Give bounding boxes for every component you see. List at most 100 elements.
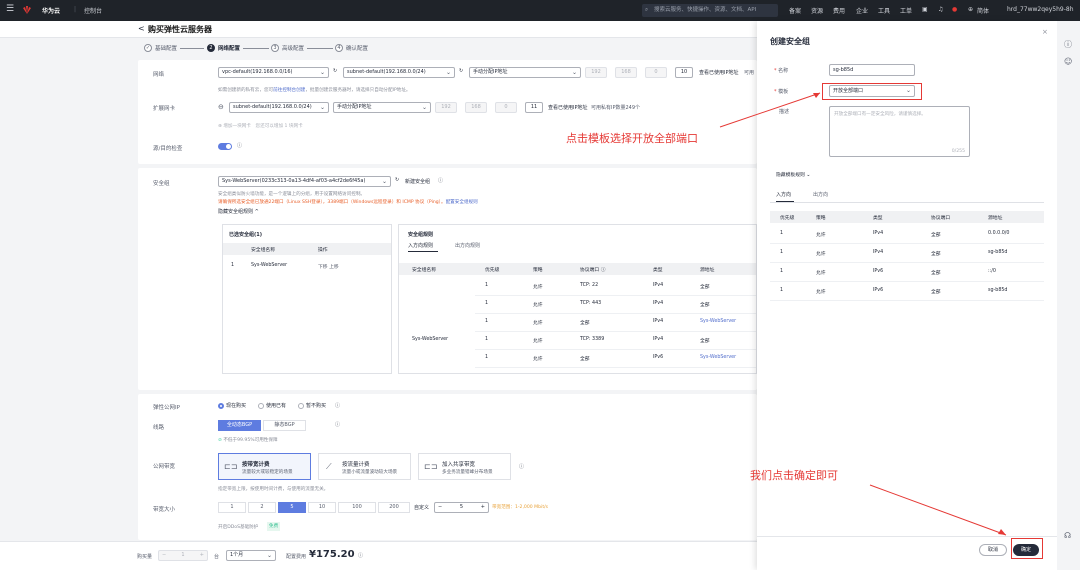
subnet-select[interactable]: subnet-default(192.168.0.0/24) ⌄: [343, 67, 455, 78]
bandwidth-opt-5[interactable]: 5: [278, 502, 306, 513]
panel-rule-cell-policy: 允许: [816, 271, 826, 276]
help-icon[interactable]: ⓘ: [335, 421, 340, 428]
rule-cell-prio: 1: [485, 337, 489, 342]
remove-nic-icon[interactable]: ⊖: [218, 103, 224, 111]
ext-subnet-select[interactable]: subnet-default(192.168.0.0/24) ⌄: [229, 102, 329, 113]
back-button[interactable]: <: [138, 24, 145, 33]
ip-octet-1[interactable]: 192: [585, 67, 607, 78]
bandwidth-billing-label: 公网带宽: [153, 464, 176, 470]
eip-option-none[interactable]: 暂不购买: [298, 402, 326, 409]
step-basic[interactable]: ✓ 基础配置: [144, 44, 177, 52]
rule-cell-src[interactable]: Sys-WebServer: [700, 319, 736, 324]
step-network[interactable]: 2 网络配置: [207, 44, 240, 52]
message-icon[interactable]: ▣: [922, 6, 928, 13]
ext-ip-octet-4[interactable]: 11: [525, 102, 543, 113]
line-option-dynamic-bgp[interactable]: 全动态BGP: [218, 420, 261, 431]
bandwidth-opt-2[interactable]: 2: [248, 502, 276, 513]
bandwidth-stepper[interactable]: − 5 +: [434, 502, 489, 513]
help-icon[interactable]: ⓘ: [519, 463, 524, 470]
duration-select[interactable]: 1个月 ⌄: [226, 550, 276, 561]
bell-icon[interactable]: ♫: [938, 6, 943, 13]
user-menu[interactable]: hrd_77ww2qey5h9-8h: [1007, 6, 1077, 13]
rule-cell-policy: 允许: [533, 303, 543, 308]
panel-rule-cell-policy: 允许: [816, 233, 826, 238]
console-link[interactable]: 控制台: [84, 6, 102, 15]
rule-group-name: Sys-WebServer: [412, 337, 449, 342]
tab-outbound[interactable]: 出方向规则: [455, 242, 480, 249]
ext-view-used-ip-link[interactable]: 查看已使用IP地址: [548, 104, 588, 111]
ip-octet-3[interactable]: 0: [645, 67, 667, 78]
config-rules-link[interactable]: 配置安全组规则: [446, 200, 478, 205]
brand-name[interactable]: 华为云: [42, 6, 60, 15]
panel-rule-cell-prio: 1: [780, 250, 784, 255]
billing-by-bandwidth[interactable]: ⊏⊐ 按带宽计费 流量较大或较稳定的场景: [218, 453, 311, 480]
nav-tools[interactable]: 工具: [878, 6, 890, 15]
rule-cell-type: IPv4: [653, 319, 664, 324]
nav-beian[interactable]: 备案: [789, 6, 801, 15]
tab-inbound[interactable]: 入方向规则: [408, 242, 433, 249]
bandwidth-opt-100[interactable]: 100: [338, 502, 376, 513]
nav-tickets[interactable]: 工单: [900, 6, 912, 15]
nav-enterprise[interactable]: 企业: [856, 6, 868, 15]
selected-group-name: Sys-WebServer: [251, 263, 288, 268]
line-option-static-bgp[interactable]: 静态BGP: [263, 420, 306, 431]
help-icon[interactable]: ⓘ: [335, 402, 340, 409]
billing-shared[interactable]: ⊏⊐ 加入共享带宽 多业务流量错峰分布场景: [418, 453, 511, 480]
ext-ip-octet-3[interactable]: 0: [495, 102, 517, 113]
sg-name-input[interactable]: sg-b85d: [829, 64, 915, 76]
sg-description-textarea[interactable]: 开放全部端口有一定安全风险，请谨慎选择。 0/255: [829, 106, 970, 157]
panel-rule-cell-port: 全部: [931, 252, 941, 257]
hide-rules-toggle[interactable]: 隐藏安全组规则 ^: [218, 208, 259, 215]
quantity-stepper[interactable]: −1 +: [158, 550, 208, 561]
ext-ip-octet-2[interactable]: 168: [465, 102, 487, 113]
help-icon[interactable]: ⓘ: [438, 177, 443, 184]
panel-tab-inbound[interactable]: 入方向: [776, 191, 791, 198]
refresh-icon[interactable]: ↻: [395, 177, 399, 183]
bandwidth-opt-1[interactable]: 1: [218, 502, 246, 513]
bandwidth-opt-10[interactable]: 10: [308, 502, 336, 513]
view-used-ip-link[interactable]: 查看已使用IP地址: [699, 69, 739, 76]
help-icon[interactable]: ⓘ: [237, 142, 242, 149]
smile-icon[interactable]: ☺: [1064, 57, 1072, 66]
cancel-button[interactable]: 取消: [979, 544, 1007, 556]
minus-icon[interactable]: −: [438, 503, 442, 512]
global-search-input[interactable]: ⌕ 搜索云服务、快捷操作、资源、文档、API: [642, 4, 778, 17]
traffic-chart-icon: ⟋: [326, 462, 332, 471]
menu-icon[interactable]: ☰: [6, 4, 14, 14]
ip-octet-4[interactable]: 10: [675, 67, 693, 78]
ext-ip-octet-1[interactable]: 192: [435, 102, 457, 113]
nav-resources[interactable]: 资源: [811, 6, 823, 15]
eip-option-existing[interactable]: 使用已有: [258, 402, 286, 409]
security-group-label: 安全组: [153, 181, 170, 187]
step-confirm[interactable]: 4 确认配置: [335, 44, 368, 52]
eip-option-buy[interactable]: 现在购买: [218, 402, 246, 409]
create-vpc-link[interactable]: 前往控制台创建: [273, 88, 305, 93]
move-buttons[interactable]: 下移 上移: [318, 263, 339, 270]
help-circle-icon[interactable]: ⓘ: [1064, 39, 1072, 50]
step-advanced[interactable]: 3 高级配置: [271, 44, 304, 52]
refresh-icon[interactable]: ↻: [333, 68, 337, 74]
create-security-group-link[interactable]: 新建安全组: [405, 178, 430, 185]
plus-icon[interactable]: +: [481, 503, 485, 512]
headset-icon[interactable]: ☊: [1064, 531, 1071, 540]
ip-mode-select[interactable]: 手动分配IP地址 ⌄: [469, 67, 581, 78]
src-dst-toggle[interactable]: [218, 143, 232, 150]
hide-template-rules-toggle[interactable]: 隐藏模板规则 ⌄: [776, 171, 810, 178]
panel-tab-outbound[interactable]: 出方向: [813, 191, 828, 198]
add-nic-button[interactable]: ⊕ 增加一块网卡 您还可以增加 1 块网卡: [218, 123, 303, 129]
refresh-icon[interactable]: ↻: [459, 68, 463, 74]
security-group-select[interactable]: Sys-WebServer(0233c313-0a13-4df4-af03-a4…: [218, 176, 391, 187]
ext-ip-mode-select[interactable]: 手动分配IP地址 ⌄: [333, 102, 431, 113]
ip-octet-2[interactable]: 168: [615, 67, 637, 78]
globe-icon[interactable]: ⊕: [968, 6, 973, 13]
vpc-select[interactable]: vpc-default(192.168.0.0/16) ⌄: [218, 67, 329, 78]
nav-billing[interactable]: 费用: [833, 6, 845, 15]
rule-cell-src[interactable]: Sys-WebServer: [700, 355, 736, 360]
close-icon[interactable]: ×: [1042, 28, 1048, 36]
gift-icon[interactable]: ●: [952, 6, 957, 13]
bandwidth-opt-200[interactable]: 200: [378, 502, 410, 513]
billing-by-traffic[interactable]: ⟋ 按流量计费 流量小或流量波动较大场景: [318, 453, 411, 480]
price-info-icon[interactable]: ⓘ: [358, 552, 363, 559]
rule-cell-src: 全部: [700, 285, 710, 290]
language-switch[interactable]: 简体: [977, 6, 989, 15]
